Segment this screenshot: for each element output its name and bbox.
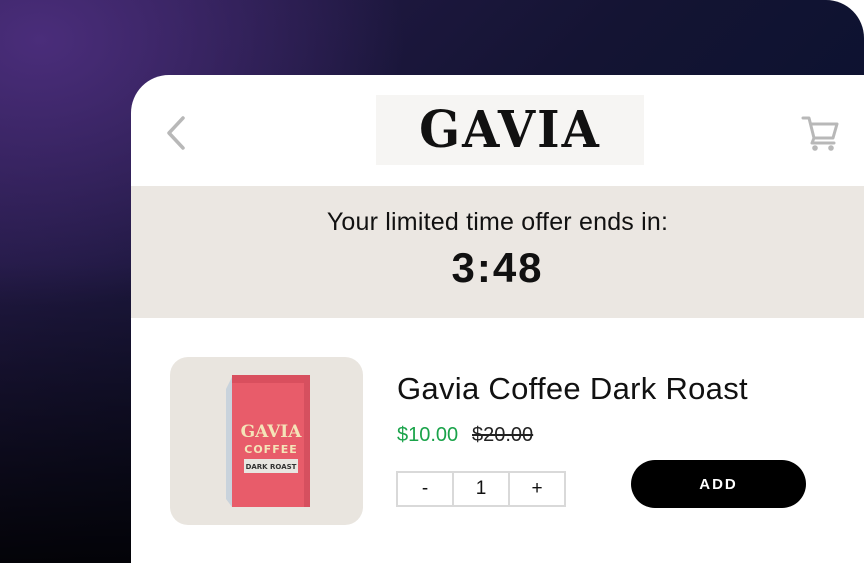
product-image: GAVIA COFFEE DARK ROAST [170, 357, 363, 525]
bag-brand-line2: COFFEE [244, 443, 297, 456]
product-title: Gavia Coffee Dark Roast [397, 371, 748, 406]
brand-logo: GAVIA [376, 95, 644, 165]
original-price: $20.00 [472, 424, 534, 446]
countdown-timer: 3:48 [451, 244, 544, 291]
decrement-button[interactable]: - [398, 473, 452, 505]
back-button[interactable] [161, 113, 191, 153]
shopping-cart-icon [801, 116, 839, 151]
logo-text: GAVIA [419, 100, 601, 160]
header: GAVIA [131, 75, 864, 186]
add-to-cart-button[interactable]: ADD [631, 460, 806, 508]
coffee-bag-image: GAVIA COFFEE DARK ROAST [226, 375, 310, 507]
offer-banner: Your limited time offer ends in: 3:48 [131, 186, 864, 318]
offer-message: Your limited time offer ends in: [326, 208, 669, 236]
product-card: GAVIA Your limited time offer ends in: 3… [131, 75, 864, 563]
chevron-left-icon [167, 116, 185, 150]
increment-button[interactable]: + [508, 473, 564, 505]
bag-brand-line1: GAVIA [241, 422, 303, 442]
sale-price: $10.00 [397, 424, 459, 446]
quantity-stepper: - 1 + [396, 471, 566, 507]
cart-button[interactable] [801, 113, 841, 153]
bag-roast-label: DARK ROAST [246, 463, 297, 471]
quantity-value[interactable]: 1 [452, 473, 508, 505]
